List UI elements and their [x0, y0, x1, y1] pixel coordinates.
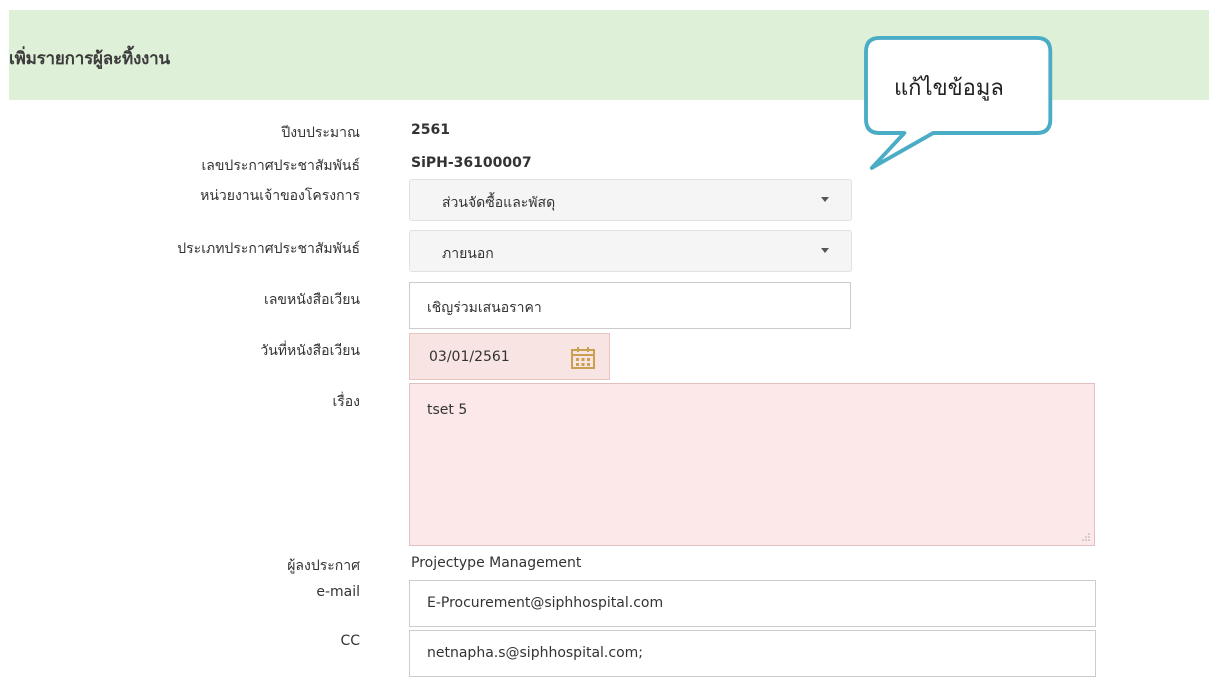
- circular-no-input[interactable]: เชิญร่วมเสนอราคา: [409, 282, 851, 329]
- budget-year-label: ปีงบประมาณ: [281, 125, 360, 141]
- callout-text: แก้ไขข้อมูล: [894, 76, 1004, 101]
- announcement-type-label: ประเภทประกาศประชาสัมพันธ์: [177, 241, 360, 257]
- announcer-value: Projectype Management: [411, 555, 582, 571]
- circular-no-label: เลขหนังสือเวียน: [264, 292, 360, 308]
- project-owner-label: หน่วยงานเจ้าของโครงการ: [200, 188, 360, 204]
- edit-callout-bubble: [864, 36, 1053, 170]
- cc-label: CC: [340, 633, 360, 649]
- subject-textarea[interactable]: tset 5: [409, 383, 1095, 546]
- announcement-no-label: เลขประกาศประชาสัมพันธ์: [201, 158, 361, 174]
- chevron-down-icon: [821, 248, 829, 253]
- circular-date-input[interactable]: 03/01/2561: [409, 333, 610, 380]
- subject-value: tset 5: [427, 402, 468, 418]
- resize-grip-icon[interactable]: [1082, 533, 1090, 541]
- budget-year-value: 2561: [411, 122, 450, 138]
- page-title: เพิ่มรายการผู้ละทิ้งงาน: [9, 49, 170, 69]
- chevron-down-icon: [821, 197, 829, 202]
- announcement-no-value: SiPH-36100007: [411, 155, 532, 171]
- email-label: e-mail: [316, 584, 360, 600]
- project-owner-select[interactable]: ส่วนจัดซื้อและพัสดุ: [409, 179, 852, 221]
- circular-no-value: เชิญร่วมเสนอราคา: [427, 300, 542, 316]
- email-value: E-Procurement@siphhospital.com: [427, 595, 664, 611]
- circular-date-value: 03/01/2561: [429, 349, 510, 365]
- announcement-type-select[interactable]: ภายนอก: [409, 230, 852, 272]
- announcer-label: ผู้ลงประกาศ: [287, 558, 360, 574]
- announcement-type-selected: ภายนอก: [442, 246, 494, 262]
- email-input[interactable]: E-Procurement@siphhospital.com: [409, 580, 1096, 627]
- cc-input[interactable]: netnapha.s@siphhospital.com;: [409, 630, 1096, 677]
- circular-date-label: วันที่หนังสือเวียน: [260, 343, 360, 359]
- calendar-icon[interactable]: [571, 347, 595, 369]
- cc-value: netnapha.s@siphhospital.com;: [427, 645, 643, 661]
- project-owner-selected: ส่วนจัดซื้อและพัสดุ: [442, 195, 556, 211]
- subject-label: เรื่อง: [332, 394, 360, 410]
